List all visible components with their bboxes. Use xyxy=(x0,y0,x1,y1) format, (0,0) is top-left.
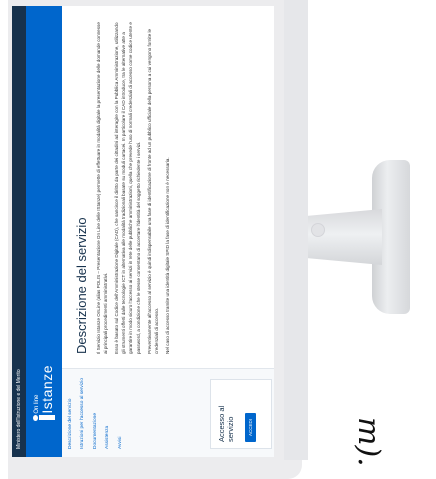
ministry-label[interactable]: Ministero dell'Istruzione e del Merito xyxy=(16,369,22,449)
description-paragraph: Esso è basato sul Codice dell'Amministra… xyxy=(114,22,141,354)
istanze-online-page: Ministero dell'Istruzione e del Merito O… xyxy=(12,6,274,457)
logo-big-text: Istanze xyxy=(39,365,55,414)
handwritten-annotation: m). xyxy=(351,417,386,467)
power-button-icon xyxy=(311,223,325,237)
header-brand-bar: On line Istanze xyxy=(26,6,62,457)
istanze-logo[interactable]: On line Istanze xyxy=(30,365,58,423)
sidebar: Descrizione del servizio Istruzioni per … xyxy=(62,368,274,457)
sidebar-item-documentazione[interactable]: Documentazione xyxy=(87,369,99,457)
description-paragraph: Il Servizio Istanze OnLine (alias POLIS … xyxy=(96,22,109,354)
sidebar-item-descrizione[interactable]: Descrizione del servizio xyxy=(62,369,74,457)
access-title: Accesso al servizio xyxy=(217,405,235,442)
ministry-bar: Ministero dell'Istruzione e del Merito xyxy=(12,6,26,457)
main-content: Descrizione del servizio Il Servizio Ist… xyxy=(62,6,274,368)
sidebar-item-istruzioni[interactable]: Istruzioni per l'accesso al servizio xyxy=(74,369,86,457)
description-paragraph: Nel caso di accesso tramite una identità… xyxy=(164,157,170,354)
accedi-button[interactable]: ACCEDI xyxy=(245,412,256,442)
sidebar-item-assistenza[interactable]: Assistenza xyxy=(99,369,111,457)
access-panel: Accesso al servizio ACCEDI xyxy=(210,379,272,449)
sidebar-item-avvisi[interactable]: Avvisi xyxy=(112,369,124,457)
monitor-chin xyxy=(284,0,308,460)
description-paragraph: Preventivamente all'accesso al servizio … xyxy=(146,28,159,354)
istanze-logo-icon xyxy=(33,415,55,423)
page-title: Descrizione del servizio xyxy=(74,217,89,354)
monitor-screen: Ministero dell'Istruzione e del Merito O… xyxy=(12,6,274,457)
